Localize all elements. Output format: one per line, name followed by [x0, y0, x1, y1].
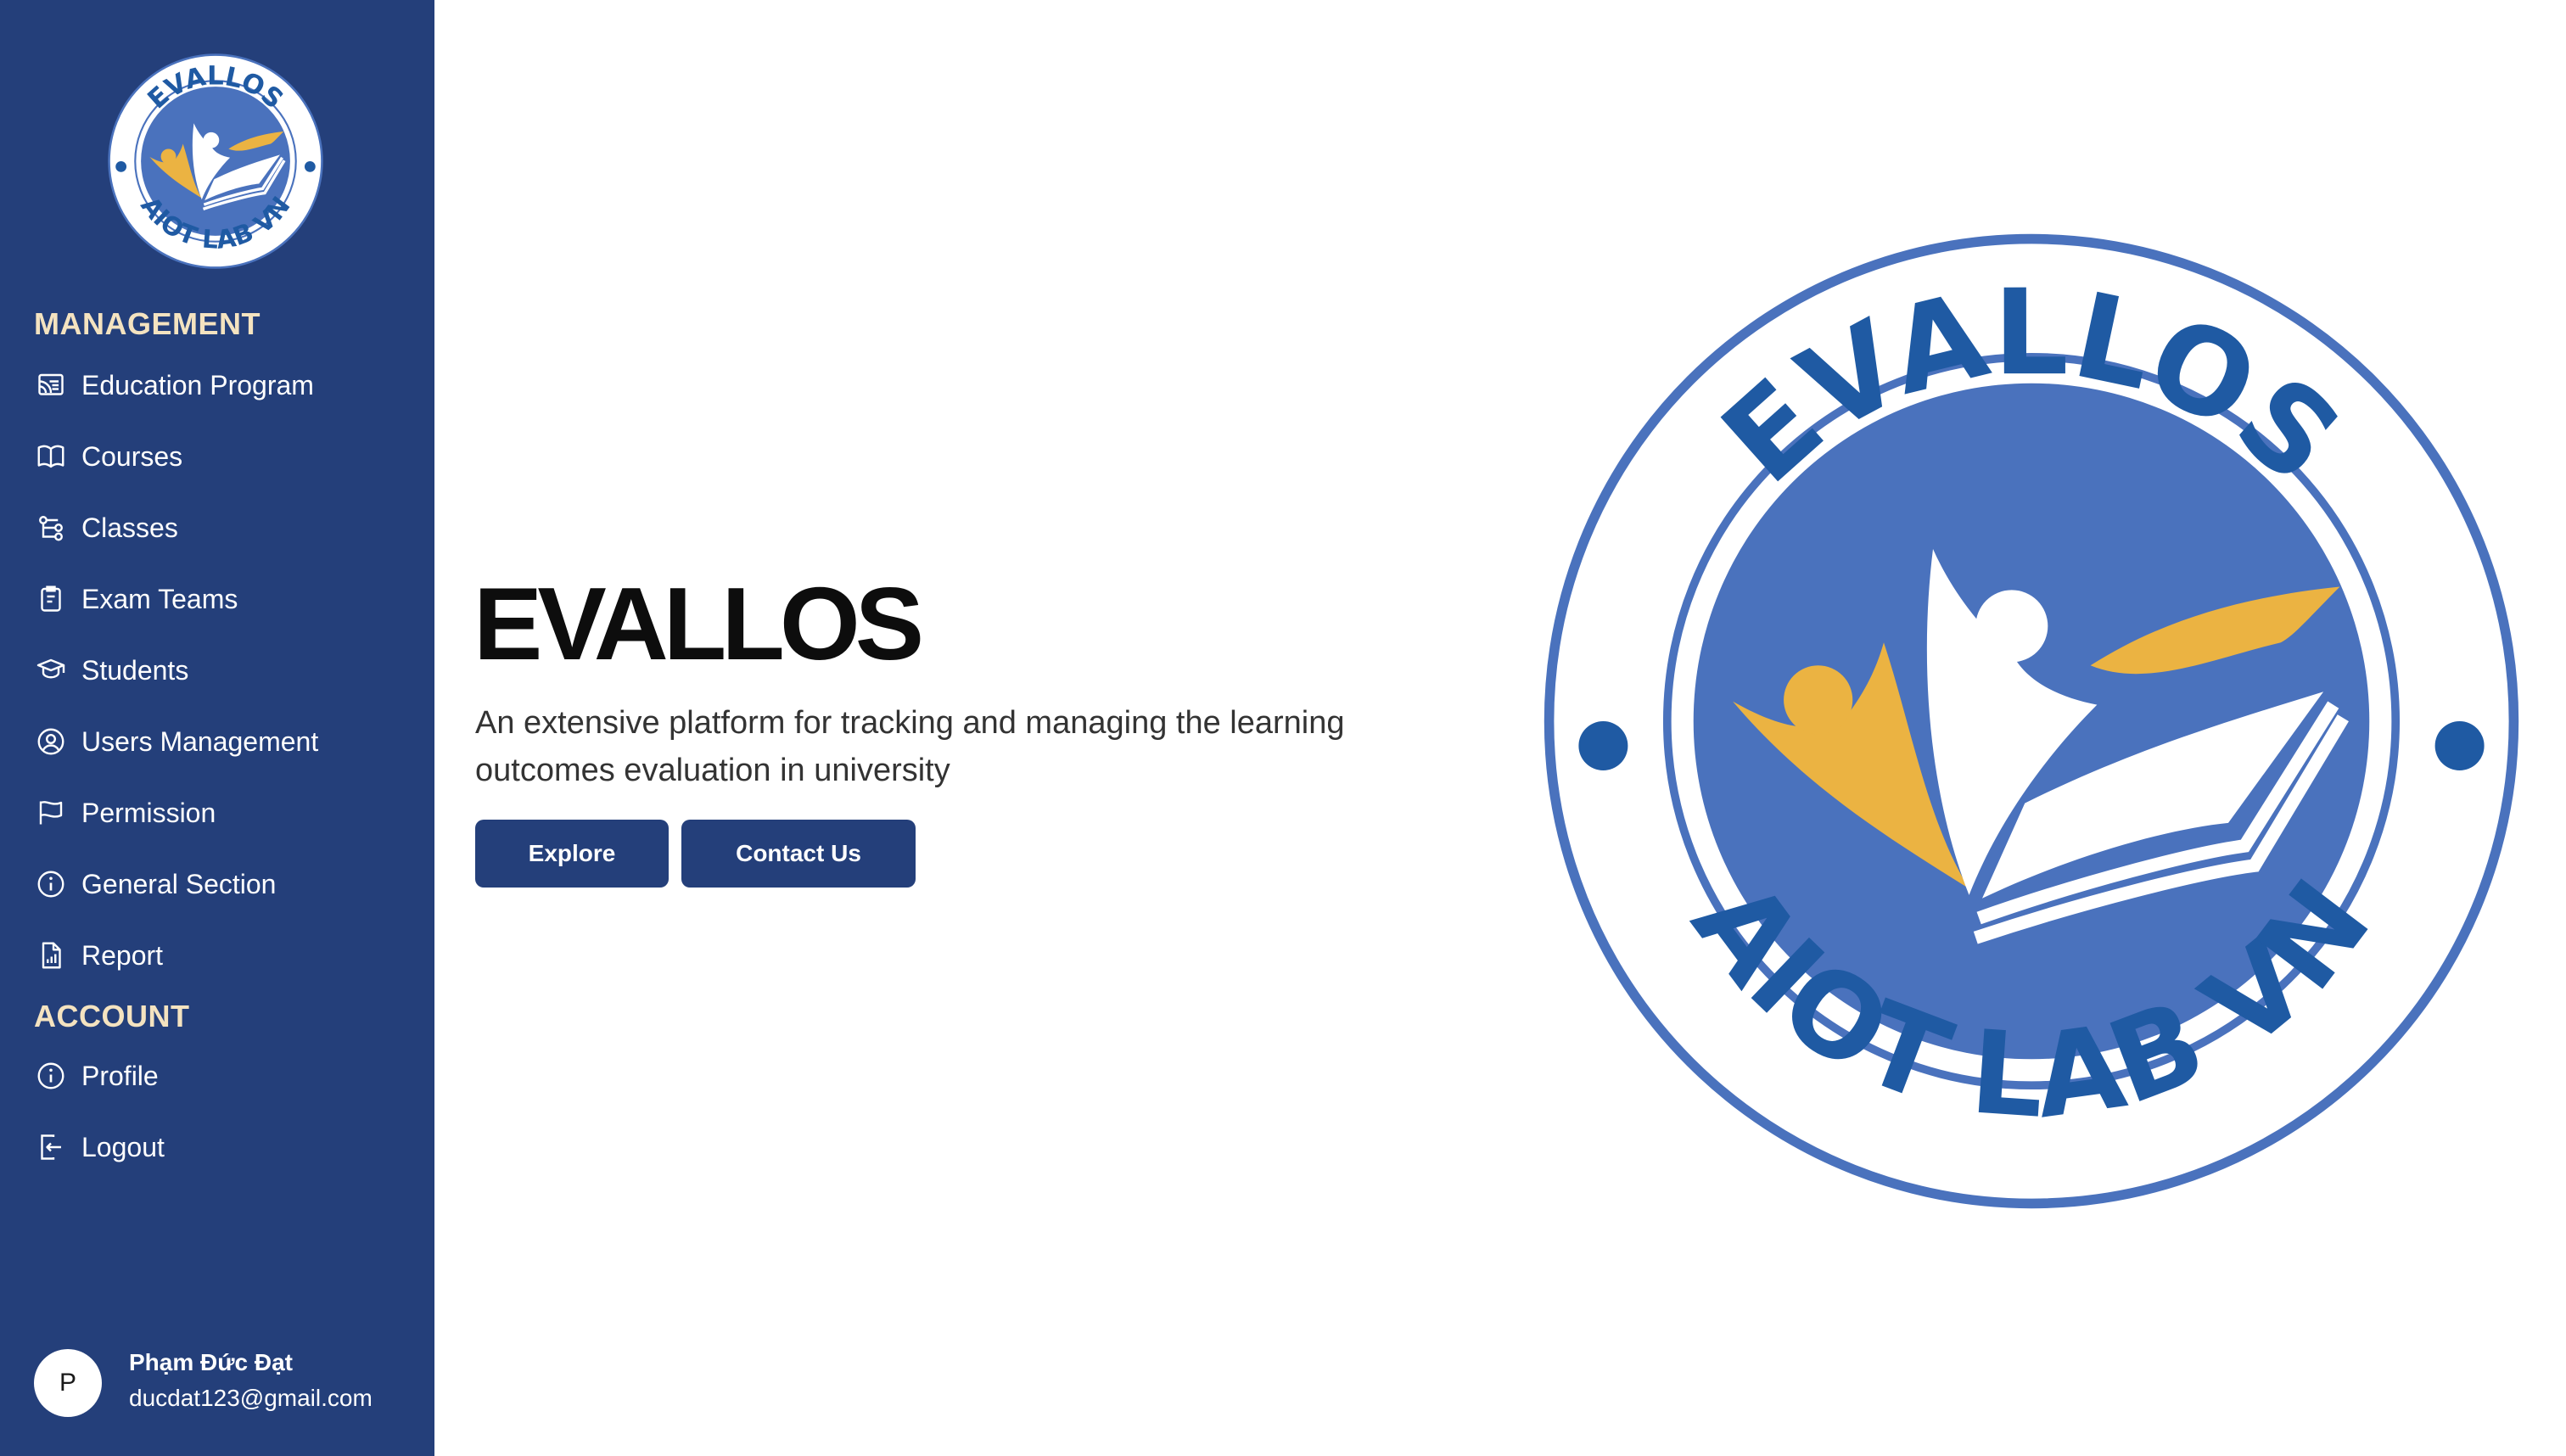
sidebar: MANAGEMENT Education Program Courses Cla…: [0, 0, 434, 1456]
user-name: Phạm Đức Đạt: [129, 1349, 293, 1375]
sidebar-item-courses[interactable]: Courses: [34, 431, 407, 482]
user-card[interactable]: P Phạm Đức Đạt ducdat123@gmail.com: [34, 1349, 416, 1417]
sidebar-item-label: Courses: [81, 440, 183, 472]
sidebar-item-label: Users Management: [81, 725, 319, 757]
sidebar-item-label: General Section: [81, 868, 277, 899]
info-icon: [34, 1059, 68, 1093]
hierarchy-icon: [34, 511, 68, 545]
info-icon: [34, 867, 68, 901]
section-title-account: ACCOUNT: [34, 999, 190, 1033]
sidebar-item-classes[interactable]: Classes: [34, 502, 407, 553]
hero-title: EVALLOS: [473, 566, 924, 681]
sidebar-item-label: Profile: [81, 1060, 159, 1091]
evallos-logo-large: [1539, 229, 2524, 1213]
hero-subtitle: An extensive platform for tracking and m…: [475, 705, 1345, 788]
sidebar-item-users-management[interactable]: Users Management: [34, 716, 407, 767]
sidebar-item-education-program[interactable]: Education Program: [34, 360, 407, 411]
clipboard-icon: [34, 582, 68, 616]
sidebar-item-exam-teams[interactable]: Exam Teams: [34, 574, 407, 624]
sidebar-item-label: Classes: [81, 512, 178, 543]
sidebar-item-label: Report: [81, 939, 164, 971]
graduation-cap-icon: [34, 653, 68, 687]
sidebar-item-report[interactable]: Report: [34, 930, 407, 981]
cast-icon: [34, 368, 68, 402]
book-icon: [34, 440, 68, 473]
flag-icon: [34, 796, 68, 830]
sidebar-item-label: Logout: [81, 1131, 165, 1162]
explore-button[interactable]: Explore: [475, 820, 669, 888]
contact-us-button[interactable]: Contact Us: [681, 820, 916, 888]
section-title-management: MANAGEMENT: [34, 306, 261, 341]
user-email: ducdat123@gmail.com: [129, 1385, 373, 1411]
sidebar-item-label: Exam Teams: [81, 583, 238, 614]
report-icon: [34, 938, 68, 972]
logout-icon: [34, 1130, 68, 1164]
avatar[interactable]: P: [34, 1349, 102, 1417]
sidebar-item-logout[interactable]: Logout: [34, 1122, 407, 1173]
sidebar-item-label: Education Program: [81, 369, 314, 400]
sidebar-item-general-section[interactable]: General Section: [34, 859, 407, 910]
sidebar-item-permission[interactable]: Permission: [34, 787, 407, 838]
sidebar-item-label: Permission: [81, 797, 216, 828]
evallos-logo-small[interactable]: [107, 49, 324, 273]
sidebar-item-label: Students: [81, 654, 189, 686]
sidebar-item-profile[interactable]: Profile: [34, 1050, 407, 1101]
user-circle-icon: [34, 725, 68, 759]
sidebar-item-students[interactable]: Students: [34, 645, 407, 696]
